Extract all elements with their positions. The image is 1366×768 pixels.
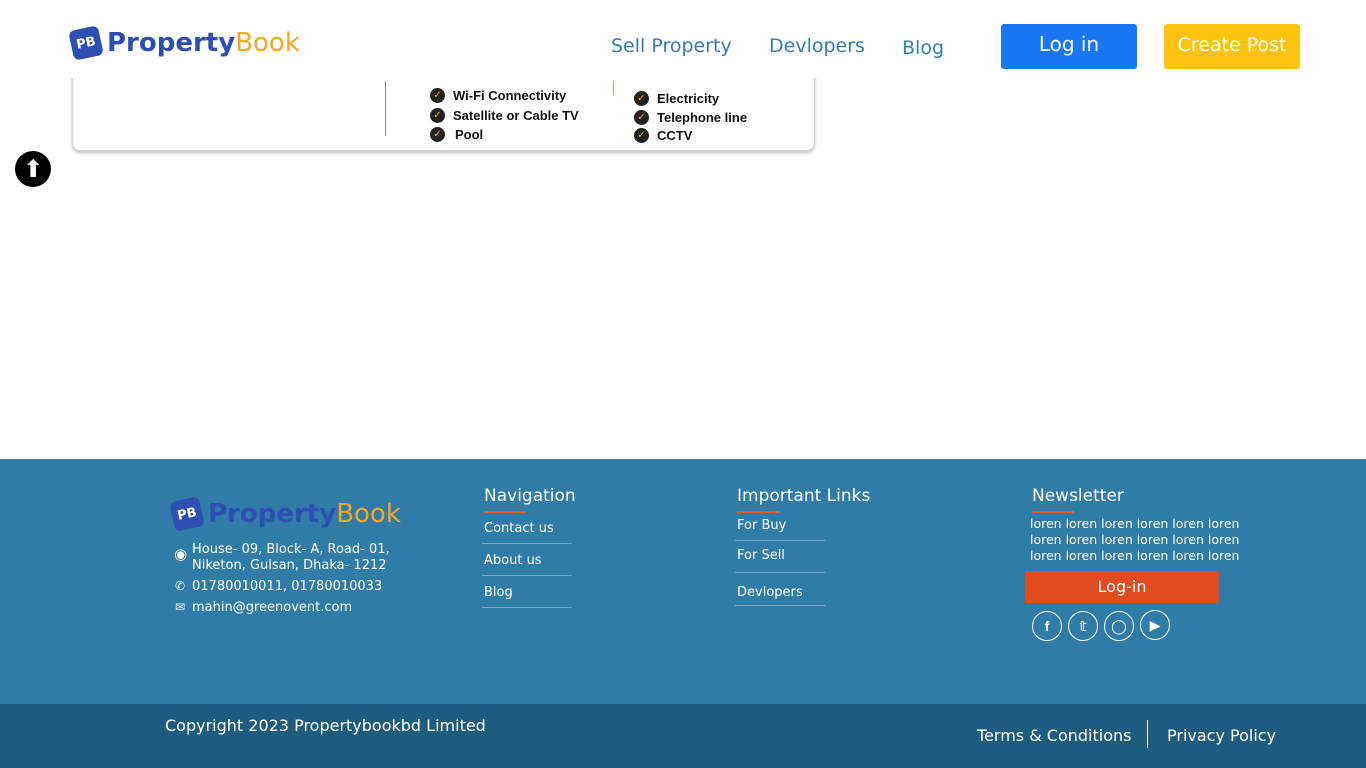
check-icon: ✓ [430,88,445,103]
footer-logo[interactable]: PB Property Book [169,496,401,532]
newsletter-title: Newsletter [1032,486,1124,513]
nav-developers[interactable]: Devlopers [769,35,865,57]
logo-word-property: Property [107,28,236,58]
footer-bottom-bar: Copyright 2023 Propertybookbd Limited Te… [0,704,1366,768]
site-header: PB Property Book Sell Property Devlopers… [0,0,1366,78]
phone-numbers: 01780010011, 01780010033 [192,579,383,594]
amenity-item: ✓ CCTV [634,128,692,143]
check-icon: ✓ [634,128,649,143]
nav-blog[interactable]: Blog [902,37,944,59]
footer-link-for-sell[interactable]: For Sell [737,548,785,563]
divider [482,543,572,544]
newsletter-login-button[interactable]: Log-in [1025,571,1219,603]
logo-word-book: Book [336,499,401,529]
amenity-label: Electricity [657,91,720,106]
logo-word-property: Property [208,499,337,529]
amenity-label: Wi-Fi Connectivity [453,88,567,103]
divider [735,540,825,541]
logo-mark: PB [169,496,205,532]
address-line: House- 09, Block- A, Road- 01, [192,542,390,557]
create-post-button[interactable]: Create Post [1164,24,1300,69]
divider [482,575,572,576]
amenity-label: Pool [455,127,484,142]
title-underline [1032,511,1074,513]
phone-icon: ✆ [174,579,186,593]
divider [735,572,825,573]
amenity-item: ✓ Wi-Fi Connectivity [430,88,566,103]
divider [613,81,614,95]
site-footer: PB Property Book ◉ House- 09, Block- A, … [0,459,1366,704]
footer-link-for-buy[interactable]: For Buy [737,518,786,533]
amenity-item: ✓ Satellite or Cable TV [430,108,579,123]
amenity-label: CCTV [657,128,693,143]
newsletter-title-text: Newsletter [1032,486,1124,506]
terms-link[interactable]: Terms & Conditions [977,726,1131,745]
divider [1147,720,1148,748]
site-logo[interactable]: PB Property Book [68,25,300,61]
logo-word-book: Book [235,28,300,58]
amenity-item: ✓ Telephone line [634,110,747,125]
logo-mark: PB [68,25,104,61]
footer-link-contact[interactable]: Contact us [484,521,554,536]
footer-email: ✉ mahin@greenovent.com [174,600,352,615]
important-links-title-text: Important Links [737,486,871,506]
divider [735,605,825,606]
youtube-icon[interactable]: ▶ [1140,610,1170,640]
privacy-link[interactable]: Privacy Policy [1167,726,1276,745]
title-underline [484,511,526,513]
important-links-title: Important Links [737,486,871,513]
navigation-title-text: Navigation [484,486,576,506]
footer-link-about[interactable]: About us [484,553,542,568]
mail-icon: ✉ [174,600,186,614]
check-icon: ✓ [634,91,649,106]
location-pin-icon: ◉ [174,545,188,563]
facebook-icon[interactable]: f [1032,611,1062,641]
amenity-item: ✓ Electricity [634,91,719,106]
scroll-to-top-button[interactable]: ⬆ [15,151,51,187]
footer-link-blog[interactable]: Blog [484,585,513,600]
amenity-label: Telephone line [657,110,748,125]
check-icon: ✓ [634,110,649,125]
navigation-title: Navigation [484,486,576,513]
email-address[interactable]: mahin@greenovent.com [192,600,352,615]
login-button[interactable]: Log in [1001,24,1137,69]
check-icon: ✓ [430,127,445,142]
footer-link-developers[interactable]: Devlopers [737,585,803,600]
divider [482,607,572,608]
check-icon: ✓ [430,108,445,123]
copyright-text: Copyright 2023 Propertybookbd Limited [165,716,486,735]
twitter-icon[interactable]: 𝕥 [1068,611,1098,641]
instagram-icon[interactable]: ◯ [1104,611,1134,641]
arrow-up-icon: ⬆ [22,155,44,183]
amenity-item: ✓ Pool [430,127,483,142]
footer-address: ◉ House- 09, Block- A, Road- 01, Niketon… [174,542,390,574]
newsletter-text: loren loren loren loren loren loren lore… [1030,516,1240,563]
title-underline [737,511,779,513]
address-line: Niketon, Gulsan, Dhaka- 1212 [192,558,387,573]
divider [385,81,386,136]
footer-phone: ✆ 01780010011, 01780010033 [174,579,382,594]
amenity-label: Satellite or Cable TV [453,108,579,123]
nav-sell-property[interactable]: Sell Property [611,35,732,57]
